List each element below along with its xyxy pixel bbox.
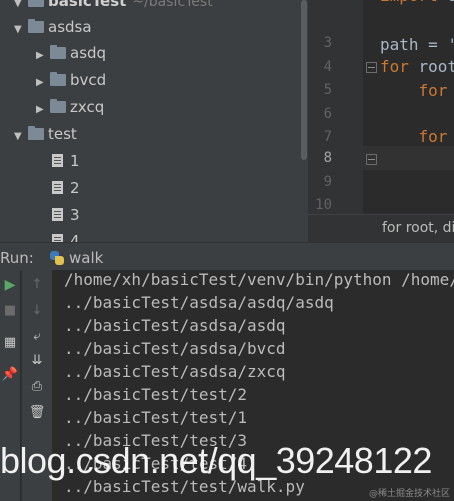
code-line: for [380,127,448,146]
tab-walk[interactable]: walk [50,247,103,269]
python-icon [50,251,64,265]
tab-walk-label: walk [69,249,104,267]
tree-item-asdq[interactable]: ▶ asdq [36,40,106,66]
line-number: 2 [308,0,332,3]
console-line: ../basicTest/asdsa/bvcd [64,339,286,358]
console-line: ../basicTest/asdsa/asdq [64,316,286,335]
line-number: 9 [323,174,332,190]
fold-marker-icon[interactable] [366,154,377,165]
code-keyword: for [380,127,448,146]
folder-icon [50,72,66,86]
restore-layout-icon[interactable]: ▦ [0,334,20,352]
rerun-icon[interactable]: ▶ [0,276,20,294]
line-number: 3 [323,35,332,51]
chevron-right-icon[interactable]: ▶ [36,70,50,96]
tree-item-label: 2 [70,179,80,197]
tree-item-label: zxcq [70,98,105,116]
code-editor[interactable]: 2 3 4 5 6 7 8 9 10 import o path = ' for… [308,0,454,242]
tree-item-label: 3 [70,206,80,224]
project-tree: ▼ basicTest ~/basicTest ▼ asdsa ▶ asdq ▶ bvcd… [0,0,300,242]
csdn-watermark: blog.csdn.net/qq_39248122 [0,440,432,481]
code-keyword: for [380,57,409,76]
code-text: path = ' [380,35,454,54]
fold-marker-icon[interactable] [366,62,377,73]
tree-item-label: 4 [70,232,80,242]
tree-item-label: asdq [70,44,107,62]
tree-scrollbar[interactable] [300,0,308,242]
chevron-down-icon[interactable]: ▼ [14,17,28,43]
tree-item-zxcq[interactable]: ▶ zxcq [36,94,104,120]
code-line: for [380,81,448,100]
code-keyword: import [380,0,438,5]
tree-root[interactable]: ▼ basicTest ~/basicTest [14,0,213,14]
line-number: 5 [323,82,332,98]
tree-item-label: bvcd [70,71,107,89]
pin-icon[interactable]: 📌 [0,366,20,384]
code-text: root [408,57,454,76]
line-number-active: 8 [323,150,332,166]
run-label: Run: [0,249,34,267]
chevron-right-icon[interactable]: ▶ [36,97,50,123]
code-keyword: for [380,81,448,100]
folder-icon [50,45,66,59]
run-toolwindow-header: Run: walk [0,242,454,271]
text-file-icon [52,208,63,221]
line-number: 6 [323,106,332,122]
folder-icon [28,126,44,140]
trash-icon[interactable]: 🗑 [27,404,47,422]
code-line: path = ' [380,35,454,54]
tree-item-bvcd[interactable]: ▶ bvcd [36,67,106,93]
line-number: 4 [323,59,332,75]
folder-icon [50,99,66,113]
chevron-down-icon[interactable]: ▼ [14,124,28,150]
folder-icon [28,19,44,33]
stop-icon[interactable]: ■ [0,302,20,320]
tree-item-file-1[interactable]: 1 [52,148,80,174]
folder-icon [28,0,44,7]
juejin-watermark: @稀土掘金技术社区 [368,489,450,499]
code-text: o [438,0,454,5]
editor-breadcrumb[interactable]: for root, di [308,214,454,242]
breadcrumb-text: for root, di [382,220,454,236]
tree-item-label: asdsa [48,18,92,36]
text-file-icon [52,234,63,242]
console-line: ../basicTest/test/1 [64,408,248,427]
tree-root-label: basicTest [48,0,127,10]
line-number: 7 [323,129,332,145]
text-file-icon [52,154,63,167]
console-line: /home/xh/basicTest/venv/bin/python /home… [64,270,454,289]
tree-item-file-4[interactable]: 4 [52,228,80,242]
console-line: ../basicTest/asdsa/zxcq [64,362,286,381]
down-arrow-icon[interactable]: ↓ [27,302,47,320]
chevron-right-icon[interactable]: ▶ [36,43,50,69]
console-line: ../basicTest/test/2 [64,385,248,404]
tree-root-path: ~/basicTest [132,0,213,10]
tree-item-label: test [48,125,77,143]
scrollbar-thumb[interactable] [301,0,307,160]
tree-item-file-3[interactable]: 3 [52,202,80,228]
console-line: ../basicTest/asdsa/asdq/asdq [64,293,334,312]
tree-item-label: 1 [70,152,80,170]
scroll-to-end-icon[interactable]: ⇊ [27,352,47,370]
tree-item-file-2[interactable]: 2 [52,175,80,201]
tree-item-asdsa[interactable]: ▼ asdsa [14,14,92,40]
code-line: import o [380,0,454,5]
tree-item-test[interactable]: ▼ test [14,121,77,147]
code-line: for root [380,57,454,76]
soft-wrap-icon[interactable]: ⤶ [27,328,47,346]
text-file-icon [52,181,63,194]
line-number: 10 [315,197,332,213]
print-icon[interactable]: ⎙ [27,378,47,396]
up-arrow-icon[interactable]: ↑ [27,276,47,294]
